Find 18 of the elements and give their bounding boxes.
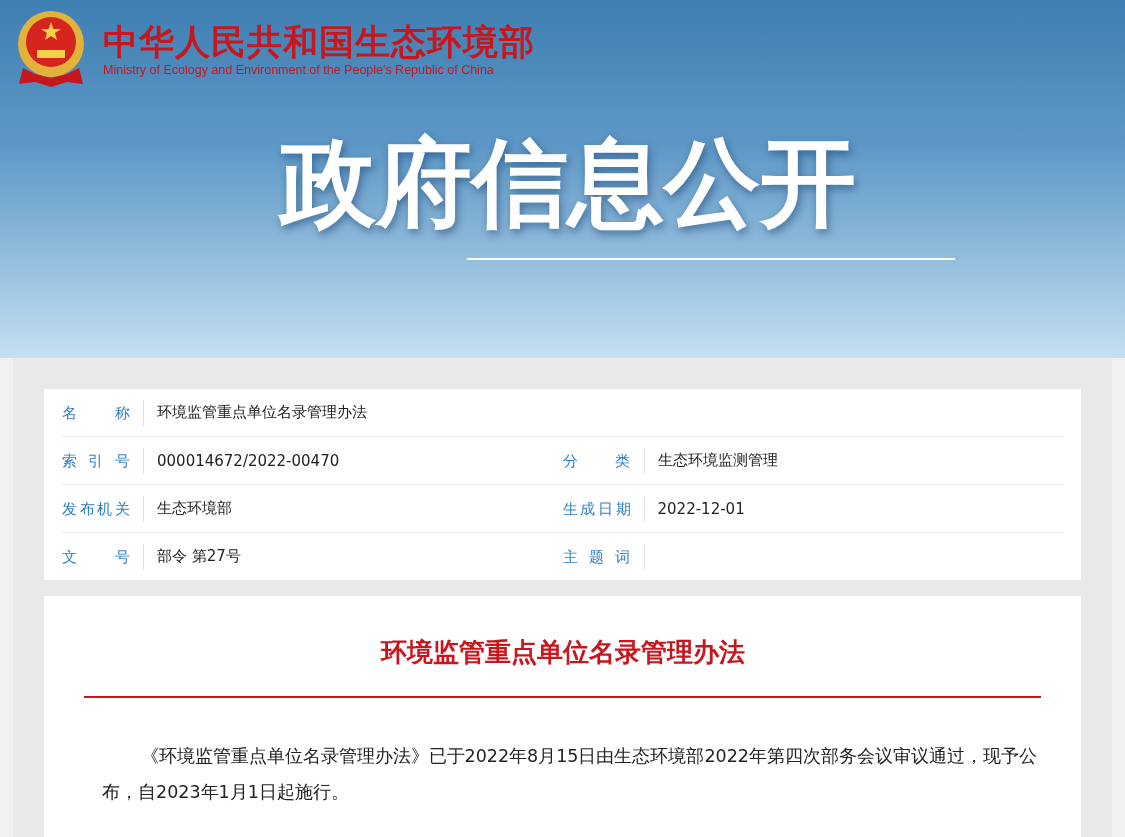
field-label: 文 号 bbox=[62, 543, 144, 570]
field-value: 环境监管重点单位名录管理办法 bbox=[156, 403, 367, 422]
field-value: 生态环境部 bbox=[156, 499, 232, 518]
field-label: 生成日期 bbox=[562, 495, 645, 522]
article-paragraph: 《环境监管重点单位名录管理办法》已于2022年8月15日由生态环境部2022年第四次部务会议审议通过，现予公布，自2023年1月1日起施行。 bbox=[102, 745, 1038, 804]
field-label: 名 称 bbox=[62, 399, 144, 426]
banner-heading: 政府信息公开 bbox=[279, 128, 856, 238]
field-label: 分 类 bbox=[562, 447, 645, 474]
article-title: 环境监管重点单位名录管理办法 bbox=[84, 632, 1041, 698]
field-label: 索 引 号 bbox=[62, 447, 144, 474]
site-subtitle: Ministry of Ecology and Environment of the People's Republic of China bbox=[103, 63, 495, 77]
field-value: 部令 第27号 bbox=[156, 547, 241, 566]
field-label: 发布机关 bbox=[62, 495, 144, 522]
site-title: 中华人民共和国生态环境部 bbox=[103, 21, 535, 63]
field-value: 生态环境监测管理 bbox=[656, 451, 778, 470]
field-value: 2022-12-01 bbox=[656, 499, 745, 518]
field-label: 主 题 词 bbox=[562, 543, 645, 570]
field-value: 000014672/2022-00470 bbox=[156, 451, 340, 470]
